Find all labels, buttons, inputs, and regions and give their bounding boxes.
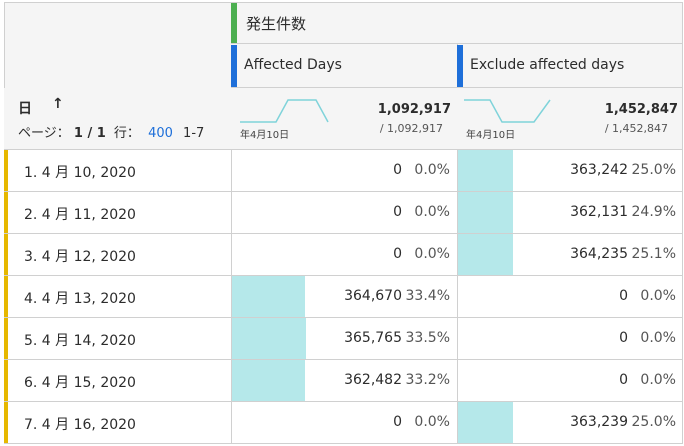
- segment2-share-bar: [458, 234, 513, 275]
- metric-drag-handle-icon[interactable]: [231, 3, 237, 43]
- row-selection-stripe: [4, 192, 8, 233]
- segment1-drag-handle-icon[interactable]: [231, 45, 237, 87]
- segment1-percent: 0.0%: [414, 162, 450, 178]
- segment2-value: 362,131: [570, 204, 628, 220]
- segment1-value: 0: [393, 246, 402, 262]
- segment2-value: 363,239: [570, 414, 628, 430]
- segment1-value: 364,670: [344, 288, 402, 304]
- segment2-percent: 25.0%: [631, 414, 676, 430]
- segment2-total-sub: / 1,452,847: [604, 122, 668, 135]
- rows-label: 行：: [113, 126, 140, 141]
- row-date-label[interactable]: 7. 4 月 16, 2020: [24, 414, 136, 434]
- rows-per-page-select[interactable]: 400: [148, 126, 173, 141]
- segment1-value: 0: [393, 162, 402, 178]
- row-date-label[interactable]: 6. 4 月 15, 2020: [24, 372, 136, 392]
- segment2-percent: 0.0%: [640, 288, 676, 304]
- row-selection-stripe: [4, 318, 8, 359]
- row-date-label[interactable]: 2. 4 月 11, 2020: [24, 204, 136, 224]
- cell-divider: [231, 234, 232, 275]
- segment2-value: 0: [619, 288, 628, 304]
- table-row[interactable]: 2. 4 月 11, 2020 0 0.0% 362,131 24.9%: [4, 192, 683, 234]
- segment2-value: 0: [619, 330, 628, 346]
- segment2-value: 0: [619, 372, 628, 388]
- cell-divider: [231, 402, 232, 443]
- segment2-spark-label: 年4月10日: [466, 130, 516, 141]
- segment1-percent: 0.0%: [414, 246, 450, 262]
- row-date-label[interactable]: 1. 4 月 10, 2020: [24, 162, 136, 182]
- segment2-drag-handle-icon[interactable]: [457, 45, 463, 87]
- segment1-title: Affected Days: [244, 57, 342, 73]
- segment2-percent: 24.9%: [631, 204, 676, 220]
- arrow-up-icon[interactable]: ↑: [52, 96, 64, 112]
- segment2-percent: 0.0%: [640, 372, 676, 388]
- segment1-percent: 33.2%: [405, 372, 450, 388]
- freeform-table: 発生件数 Affected Days Exclude affected days…: [0, 0, 684, 446]
- segment2-sparkline: [464, 99, 551, 123]
- cell-divider: [231, 150, 232, 191]
- segment1-sparkline: [240, 99, 329, 123]
- segment1-value: 362,482: [344, 372, 402, 388]
- table-row[interactable]: 5. 4 月 14, 2020 365,765 33.5% 0 0.0%: [4, 318, 683, 360]
- segment1-share-bar: [232, 318, 306, 359]
- segment2-title: Exclude affected days: [470, 57, 625, 73]
- segment1-value: 0: [393, 414, 402, 430]
- cell-divider: [457, 318, 458, 359]
- row-selection-stripe: [4, 234, 8, 275]
- segment1-value: 0: [393, 204, 402, 220]
- segment1-spark-label: 年4月10日: [240, 130, 290, 141]
- table-row[interactable]: 1. 4 月 10, 2020 0 0.0% 363,242 25.0%: [4, 150, 683, 192]
- segment1-percent: 0.0%: [414, 414, 450, 430]
- row-date-label[interactable]: 5. 4 月 14, 2020: [24, 330, 136, 350]
- segment2-percent: 0.0%: [640, 330, 676, 346]
- segment2-value: 363,242: [570, 162, 628, 178]
- segment2-value: 364,235: [570, 246, 628, 262]
- segment2-share-bar: [458, 150, 513, 191]
- segment1-share-bar: [232, 276, 305, 317]
- row-selection-stripe: [4, 276, 8, 317]
- range-text: 1-7: [183, 126, 205, 141]
- cell-divider: [457, 276, 458, 317]
- page-value: 1 / 1: [73, 126, 106, 141]
- pagination: ページ： 1 / 1 行： 400 1-7: [18, 122, 204, 141]
- segment1-percent: 33.5%: [405, 330, 450, 346]
- segment2-share-bar: [458, 402, 513, 443]
- row-selection-stripe: [4, 360, 8, 401]
- table-row[interactable]: 6. 4 月 15, 2020 362,482 33.2% 0 0.0%: [4, 360, 683, 402]
- segment1-total: 1,092,917: [377, 102, 451, 117]
- cell-divider: [231, 192, 232, 233]
- table-row[interactable]: 4. 4 月 13, 2020 364,670 33.4% 0 0.0%: [4, 276, 683, 318]
- dimension-title[interactable]: 日: [18, 98, 32, 118]
- segment1-share-bar: [232, 360, 305, 401]
- metric-title: 発生件数: [246, 15, 307, 33]
- segment2-share-bar: [458, 192, 513, 233]
- segment1-percent: 0.0%: [414, 204, 450, 220]
- segment1-total-sub: / 1,092,917: [379, 122, 443, 135]
- segment1-value: 365,765: [344, 330, 402, 346]
- cell-divider: [457, 360, 458, 401]
- page-label: ページ：: [18, 126, 70, 141]
- row-selection-stripe: [4, 402, 8, 443]
- segment1-percent: 33.4%: [405, 288, 450, 304]
- segment2-percent: 25.1%: [631, 246, 676, 262]
- segment2-total: 1,452,847: [604, 102, 678, 117]
- row-selection-stripe: [4, 150, 8, 191]
- segment2-percent: 25.0%: [631, 162, 676, 178]
- row-date-label[interactable]: 4. 4 月 13, 2020: [24, 288, 136, 308]
- table-row[interactable]: 3. 4 月 12, 2020 0 0.0% 364,235 25.1%: [4, 234, 683, 276]
- table-row[interactable]: 7. 4 月 16, 2020 0 0.0% 363,239 25.0%: [4, 402, 683, 444]
- row-date-label[interactable]: 3. 4 月 12, 2020: [24, 246, 136, 266]
